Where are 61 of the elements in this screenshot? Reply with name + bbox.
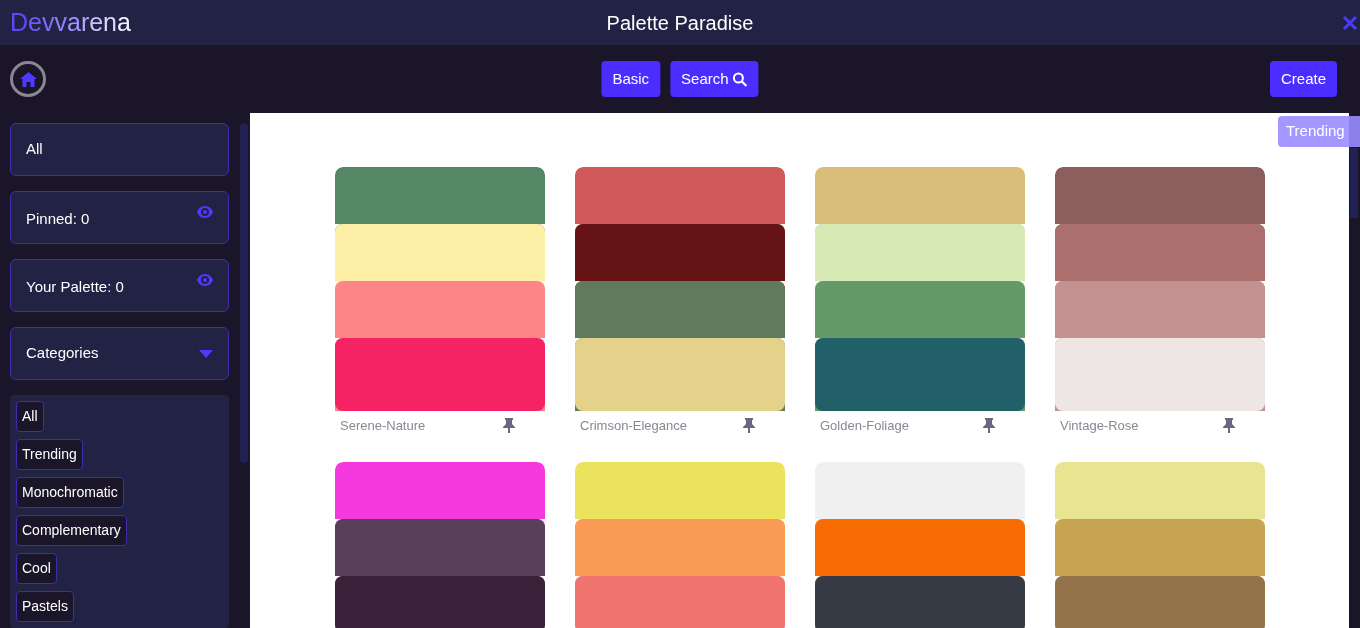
close-icon[interactable] bbox=[1342, 14, 1358, 31]
color-swatch[interactable] bbox=[815, 224, 1025, 281]
color-swatch[interactable] bbox=[815, 281, 1025, 338]
color-swatch[interactable] bbox=[335, 462, 545, 519]
color-swatch[interactable] bbox=[815, 519, 1025, 576]
color-swatch[interactable] bbox=[335, 281, 545, 338]
eye-icon[interactable] bbox=[197, 274, 213, 286]
color-swatch[interactable] bbox=[815, 167, 1025, 224]
color-swatch[interactable] bbox=[1055, 167, 1265, 224]
sidebar-item[interactable]: All bbox=[10, 123, 229, 176]
trending-badge: Trending bbox=[1278, 116, 1360, 147]
color-swatch[interactable] bbox=[575, 167, 785, 224]
search-icon bbox=[732, 71, 748, 87]
color-swatch[interactable] bbox=[335, 167, 545, 224]
home-icon bbox=[19, 71, 37, 87]
eye-icon[interactable] bbox=[197, 206, 213, 218]
category-tag[interactable]: Complementary bbox=[16, 515, 127, 546]
color-swatch[interactable] bbox=[1055, 224, 1265, 281]
caret-icon[interactable] bbox=[199, 349, 213, 358]
category-tag[interactable]: Trending bbox=[16, 439, 83, 470]
pin-icon[interactable] bbox=[983, 418, 995, 433]
create-button[interactable]: Create bbox=[1269, 61, 1337, 97]
color-swatch[interactable] bbox=[1055, 462, 1265, 519]
category-tag[interactable]: Cool bbox=[16, 553, 57, 584]
color-swatch[interactable] bbox=[335, 224, 545, 281]
color-swatch[interactable] bbox=[575, 338, 785, 411]
color-swatch[interactable] bbox=[1055, 281, 1265, 338]
category-tag[interactable]: Monochromatic bbox=[16, 477, 124, 508]
scrollbar[interactable] bbox=[1350, 148, 1358, 218]
pin-icon[interactable] bbox=[503, 418, 515, 433]
window-title: Palette Paradise bbox=[606, 10, 754, 36]
palette-name: Vintage-Rose bbox=[1060, 416, 1139, 435]
color-swatch[interactable] bbox=[575, 224, 785, 281]
color-swatch[interactable] bbox=[815, 462, 1025, 519]
color-swatch[interactable] bbox=[1055, 519, 1265, 576]
logo[interactable]: Devvarena bbox=[10, 3, 131, 42]
color-swatch[interactable] bbox=[575, 462, 785, 519]
palette-name: Crimson-Elegance bbox=[580, 416, 687, 435]
palette-name: Serene-Nature bbox=[340, 416, 426, 435]
color-swatch[interactable] bbox=[335, 519, 545, 576]
color-swatch[interactable] bbox=[575, 576, 785, 628]
pin-icon[interactable] bbox=[743, 418, 755, 433]
color-swatch[interactable] bbox=[575, 281, 785, 338]
color-swatch[interactable] bbox=[815, 338, 1025, 411]
color-swatch[interactable] bbox=[1055, 338, 1265, 411]
color-swatch[interactable] bbox=[1055, 576, 1265, 628]
color-swatch[interactable] bbox=[815, 576, 1025, 628]
color-swatch[interactable] bbox=[335, 576, 545, 628]
sidebar-item[interactable]: Pinned: 0 bbox=[10, 191, 229, 244]
home-button[interactable] bbox=[10, 61, 46, 97]
scrollbar[interactable] bbox=[240, 123, 248, 463]
category-tag[interactable]: Pastels bbox=[16, 591, 74, 622]
category-tag[interactable]: All bbox=[16, 401, 44, 432]
sidebar-item[interactable]: Your Palette: 0 bbox=[10, 259, 229, 312]
sidebar-item[interactable]: Categories bbox=[10, 327, 229, 380]
color-swatch[interactable] bbox=[575, 519, 785, 576]
search-button[interactable]: Search bbox=[670, 61, 759, 97]
color-swatch[interactable] bbox=[335, 338, 545, 411]
palette-name: Golden-Foliage bbox=[820, 416, 909, 435]
basic-button[interactable]: Basic bbox=[601, 61, 661, 97]
pin-icon[interactable] bbox=[1223, 418, 1235, 433]
